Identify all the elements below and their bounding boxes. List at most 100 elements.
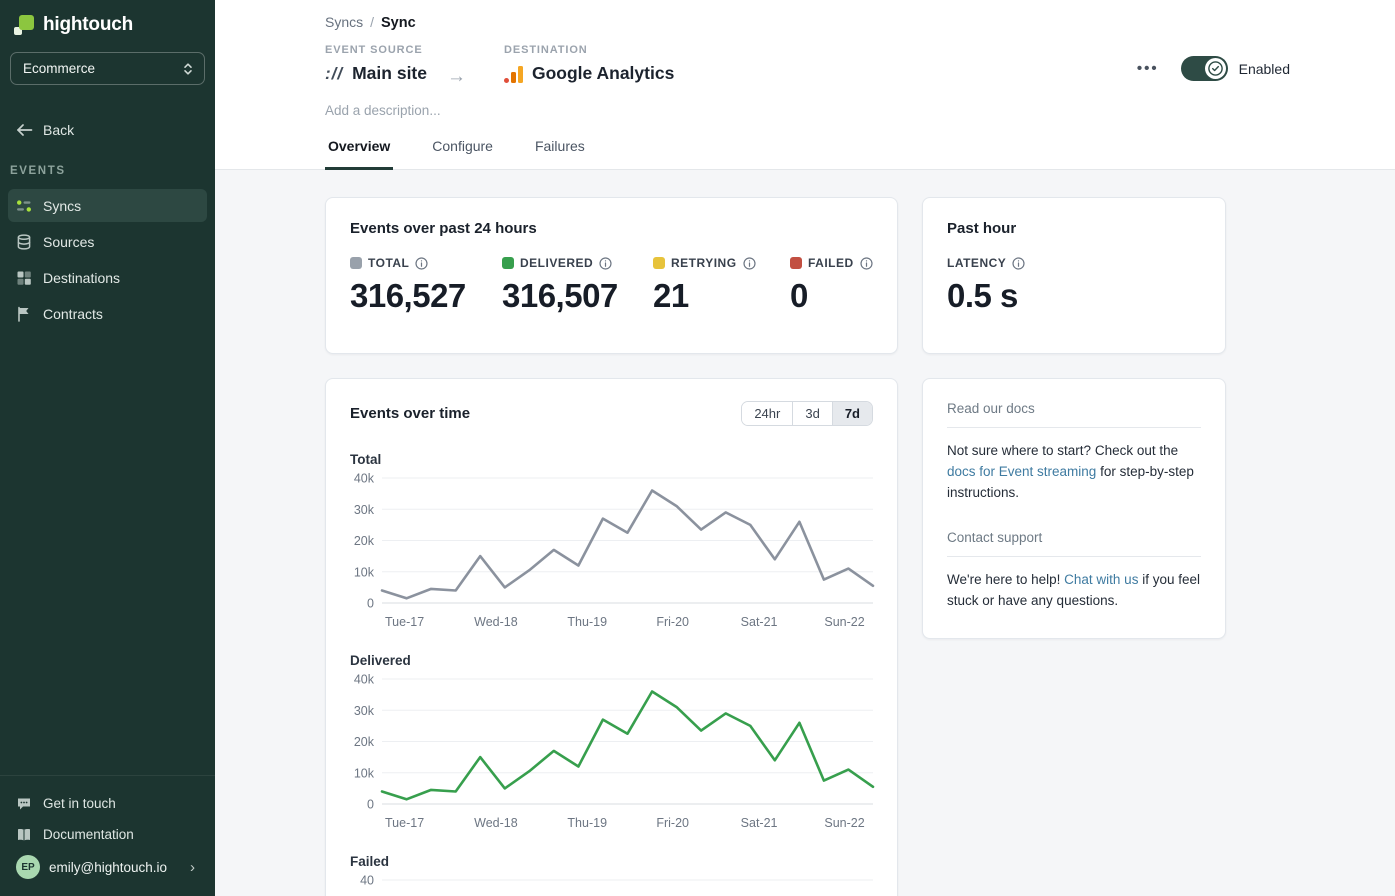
info-icon[interactable]	[1012, 257, 1025, 270]
retrying-swatch	[653, 257, 665, 269]
svg-text:Wed-18: Wed-18	[474, 615, 518, 629]
content: Events over past 24 hours TOTAL 316,527	[215, 170, 1395, 896]
svg-text:Fri-20: Fri-20	[656, 615, 689, 629]
main-area: Syncs / Sync EVENT SOURCE :// Main site …	[215, 0, 1395, 896]
description-placeholder[interactable]: Add a description...	[325, 103, 1290, 122]
tab-failures[interactable]: Failures	[532, 128, 588, 170]
stat-value: 0	[790, 277, 873, 315]
svg-text:Thu-19: Thu-19	[567, 615, 607, 629]
delivered-swatch	[502, 257, 514, 269]
chat-with-us-link[interactable]: Chat with us	[1064, 572, 1138, 587]
header-controls: ••• Enabled	[1137, 56, 1290, 81]
sidebar-item-destinations[interactable]: Destinations	[8, 261, 207, 294]
flag-icon	[16, 306, 32, 322]
chart-total: Total40k30k20k10k0Tue-17Wed-18Thu-19Fri-…	[350, 452, 873, 633]
divider	[947, 556, 1201, 557]
breadcrumb: Syncs / Sync	[325, 14, 1290, 31]
info-icon[interactable]	[860, 257, 873, 270]
tab-overview[interactable]: Overview	[325, 128, 393, 170]
logo-text: hightouch	[43, 14, 133, 36]
chart-plot: 40	[350, 872, 875, 896]
range-24hr-button[interactable]: 24hr	[742, 402, 792, 425]
stat-label: DELIVERED	[520, 256, 593, 270]
svg-text:30k: 30k	[354, 704, 375, 718]
account-menu[interactable]: EP emily@hightouch.io ›	[8, 850, 207, 884]
events-24h-card: Events over past 24 hours TOTAL 316,527	[325, 197, 898, 354]
workspace-select[interactable]: Ecommerce	[10, 52, 205, 85]
stat-label: FAILED	[808, 256, 854, 270]
hightouch-logo-icon	[14, 15, 34, 35]
svg-text:Sat-21: Sat-21	[741, 615, 778, 629]
past-hour-card: Past hour LATENCY 0.5 s	[922, 197, 1226, 354]
sidebar-item-sources[interactable]: Sources	[8, 225, 207, 258]
event-source-block[interactable]: EVENT SOURCE :// Main site	[325, 44, 427, 84]
get-in-touch-label: Get in touch	[43, 796, 116, 811]
chart-series-title: Delivered	[350, 653, 873, 668]
chart-delivered: Delivered40k30k20k10k0Tue-17Wed-18Thu-19…	[350, 653, 873, 834]
stat-label: RETRYING	[671, 256, 737, 270]
destination-label: DESTINATION	[504, 44, 674, 56]
failed-swatch	[790, 257, 802, 269]
svg-text:Sun-22: Sun-22	[824, 816, 864, 830]
breadcrumb-separator: /	[370, 14, 374, 30]
svg-text:0: 0	[367, 597, 374, 611]
more-options-icon[interactable]: •••	[1137, 60, 1159, 77]
sidebar-nav: Syncs Sources Destinations Contracts	[0, 189, 215, 330]
syncs-icon	[16, 198, 32, 214]
event-source-label: EVENT SOURCE	[325, 44, 427, 56]
tab-configure[interactable]: Configure	[429, 128, 496, 170]
info-icon[interactable]	[743, 257, 756, 270]
grid-icon	[16, 270, 32, 286]
stat-value: 21	[653, 277, 790, 315]
chat-icon	[16, 796, 32, 812]
event-source-icon: ://	[325, 64, 343, 84]
latency-label: LATENCY	[947, 256, 1006, 270]
arrow-right-icon: →	[447, 66, 466, 88]
stat-delivered: DELIVERED 316,507	[502, 256, 653, 315]
info-icon[interactable]	[599, 257, 612, 270]
info-icon[interactable]	[415, 257, 428, 270]
chart-line-delivered	[382, 692, 873, 800]
docs-text: Not sure where to start? Check out the	[947, 443, 1178, 458]
stat-value: 316,507	[502, 277, 653, 315]
enabled-toggle[interactable]	[1181, 56, 1228, 81]
range-7d-button[interactable]: 7d	[832, 402, 872, 425]
destination-name: Google Analytics	[532, 63, 674, 84]
chart-line-total	[382, 491, 873, 599]
divider	[947, 427, 1201, 428]
sidebar-item-label: Contracts	[43, 306, 103, 322]
destination-block[interactable]: DESTINATION Google Analytics	[504, 44, 674, 84]
stat-total: TOTAL 316,527	[350, 256, 502, 315]
sidebar-item-contracts[interactable]: Contracts	[8, 297, 207, 330]
latency-value: 0.5 s	[947, 277, 1201, 315]
range-3d-button[interactable]: 3d	[792, 402, 831, 425]
read-docs-section: Read our docs Not sure where to start? C…	[947, 401, 1201, 504]
avatar: EP	[16, 855, 40, 879]
read-docs-heading: Read our docs	[947, 401, 1201, 416]
chart-plot: 40k30k20k10k0Tue-17Wed-18Thu-19Fri-20Sat…	[350, 671, 875, 834]
documentation-button[interactable]: Documentation	[8, 819, 207, 850]
events-over-time-title: Events over time	[350, 405, 470, 422]
events-over-time-card: Events over time 24hr 3d 7d Total40k30k2…	[325, 378, 898, 896]
chevron-up-down-icon	[182, 62, 194, 76]
help-card: Read our docs Not sure where to start? C…	[922, 378, 1226, 639]
documentation-label: Documentation	[43, 827, 134, 842]
breadcrumb-syncs[interactable]: Syncs	[325, 14, 363, 30]
svg-text:Wed-18: Wed-18	[474, 816, 518, 830]
get-in-touch-button[interactable]: Get in touch	[8, 788, 207, 819]
event-streaming-docs-link[interactable]: docs for Event streaming	[947, 464, 1096, 479]
stat-value: 316,527	[350, 277, 502, 315]
event-source-name: Main site	[352, 63, 427, 84]
hightouch-logo[interactable]: hightouch	[0, 0, 215, 36]
chart-series-title: Failed	[350, 854, 873, 869]
contact-support-heading: Contact support	[947, 530, 1201, 545]
svg-text:10k: 10k	[354, 565, 375, 579]
database-icon	[16, 234, 32, 250]
arrow-left-icon	[16, 123, 33, 137]
toggle-knob	[1205, 58, 1226, 79]
stat-label: TOTAL	[368, 256, 409, 270]
back-button[interactable]: Back	[16, 122, 215, 138]
toggle-label: Enabled	[1239, 61, 1290, 77]
sidebar-item-syncs[interactable]: Syncs	[8, 189, 207, 222]
svg-text:20k: 20k	[354, 735, 375, 749]
